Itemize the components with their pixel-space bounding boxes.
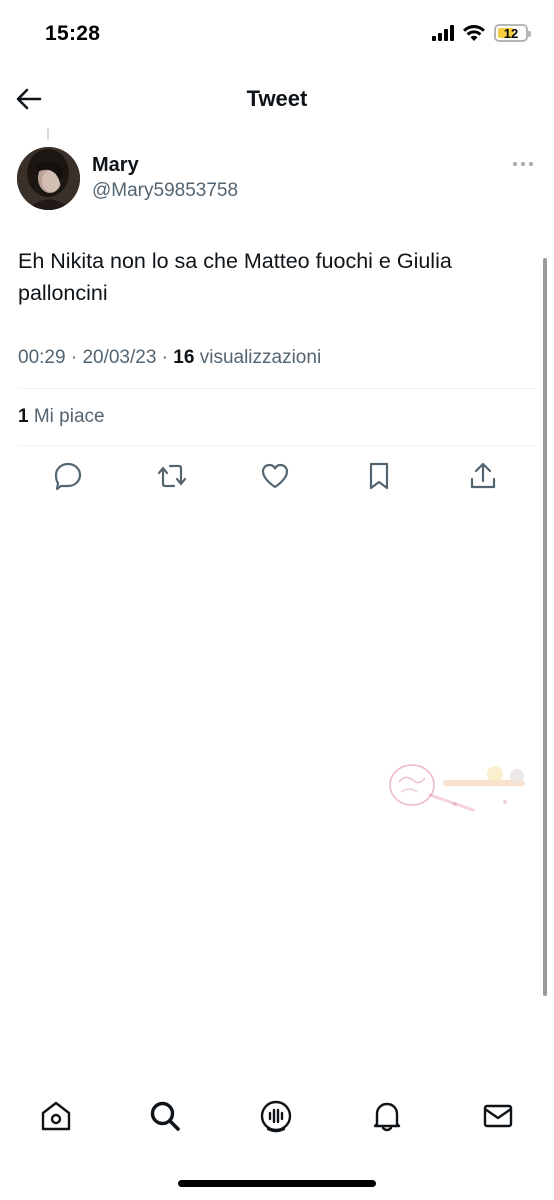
- tweet-text: Eh Nikita non lo sa che Matteo fuochi e …: [18, 249, 452, 305]
- tweet-date[interactable]: 20/03/23: [82, 347, 156, 368]
- search-icon[interactable]: [147, 1098, 183, 1134]
- author-handle[interactable]: @Mary59853758: [92, 180, 238, 202]
- divider: [18, 445, 536, 446]
- status-time: 15:28: [45, 22, 101, 45]
- thread-line: [47, 128, 49, 140]
- notifications-icon[interactable]: [369, 1098, 405, 1134]
- bottom-nav: [0, 1090, 554, 1150]
- header: Tweet: [0, 70, 554, 128]
- tweet-meta: 00:29 · 20/03/23 · 16 visualizzazioni: [18, 347, 322, 368]
- tweet-time[interactable]: 00:29: [18, 347, 66, 368]
- spaces-icon[interactable]: [258, 1098, 294, 1134]
- likes-label: Mi piace: [33, 406, 105, 427]
- divider: [18, 388, 536, 389]
- likes-stat[interactable]: 1 Mi piace: [18, 406, 105, 428]
- tweet-actions: [0, 460, 554, 496]
- retweet-icon[interactable]: [156, 460, 188, 492]
- status-icons: 12: [432, 24, 531, 42]
- more-icon[interactable]: [512, 157, 534, 171]
- battery-icon: 12: [494, 24, 531, 42]
- share-icon[interactable]: [467, 460, 499, 492]
- battery-level: 12: [503, 25, 519, 41]
- bookmark-icon[interactable]: [363, 460, 395, 492]
- views-count: 16: [173, 347, 195, 368]
- author-name[interactable]: Mary: [92, 154, 139, 177]
- views-label: visualizzazioni: [199, 347, 322, 368]
- like-icon[interactable]: [259, 460, 291, 492]
- scrollbar[interactable]: [543, 258, 547, 996]
- avatar[interactable]: [17, 147, 80, 210]
- status-bar: 15:28 12: [0, 0, 554, 70]
- page-title: Tweet: [246, 86, 308, 111]
- home-icon[interactable]: [38, 1098, 74, 1134]
- wifi-icon: [463, 25, 485, 41]
- home-indicator[interactable]: [178, 1180, 376, 1187]
- signal-icon: [432, 25, 454, 41]
- watermark-logo: [389, 764, 525, 812]
- messages-icon[interactable]: [480, 1098, 516, 1134]
- reply-icon[interactable]: [52, 460, 84, 492]
- likes-count: 1: [18, 406, 29, 427]
